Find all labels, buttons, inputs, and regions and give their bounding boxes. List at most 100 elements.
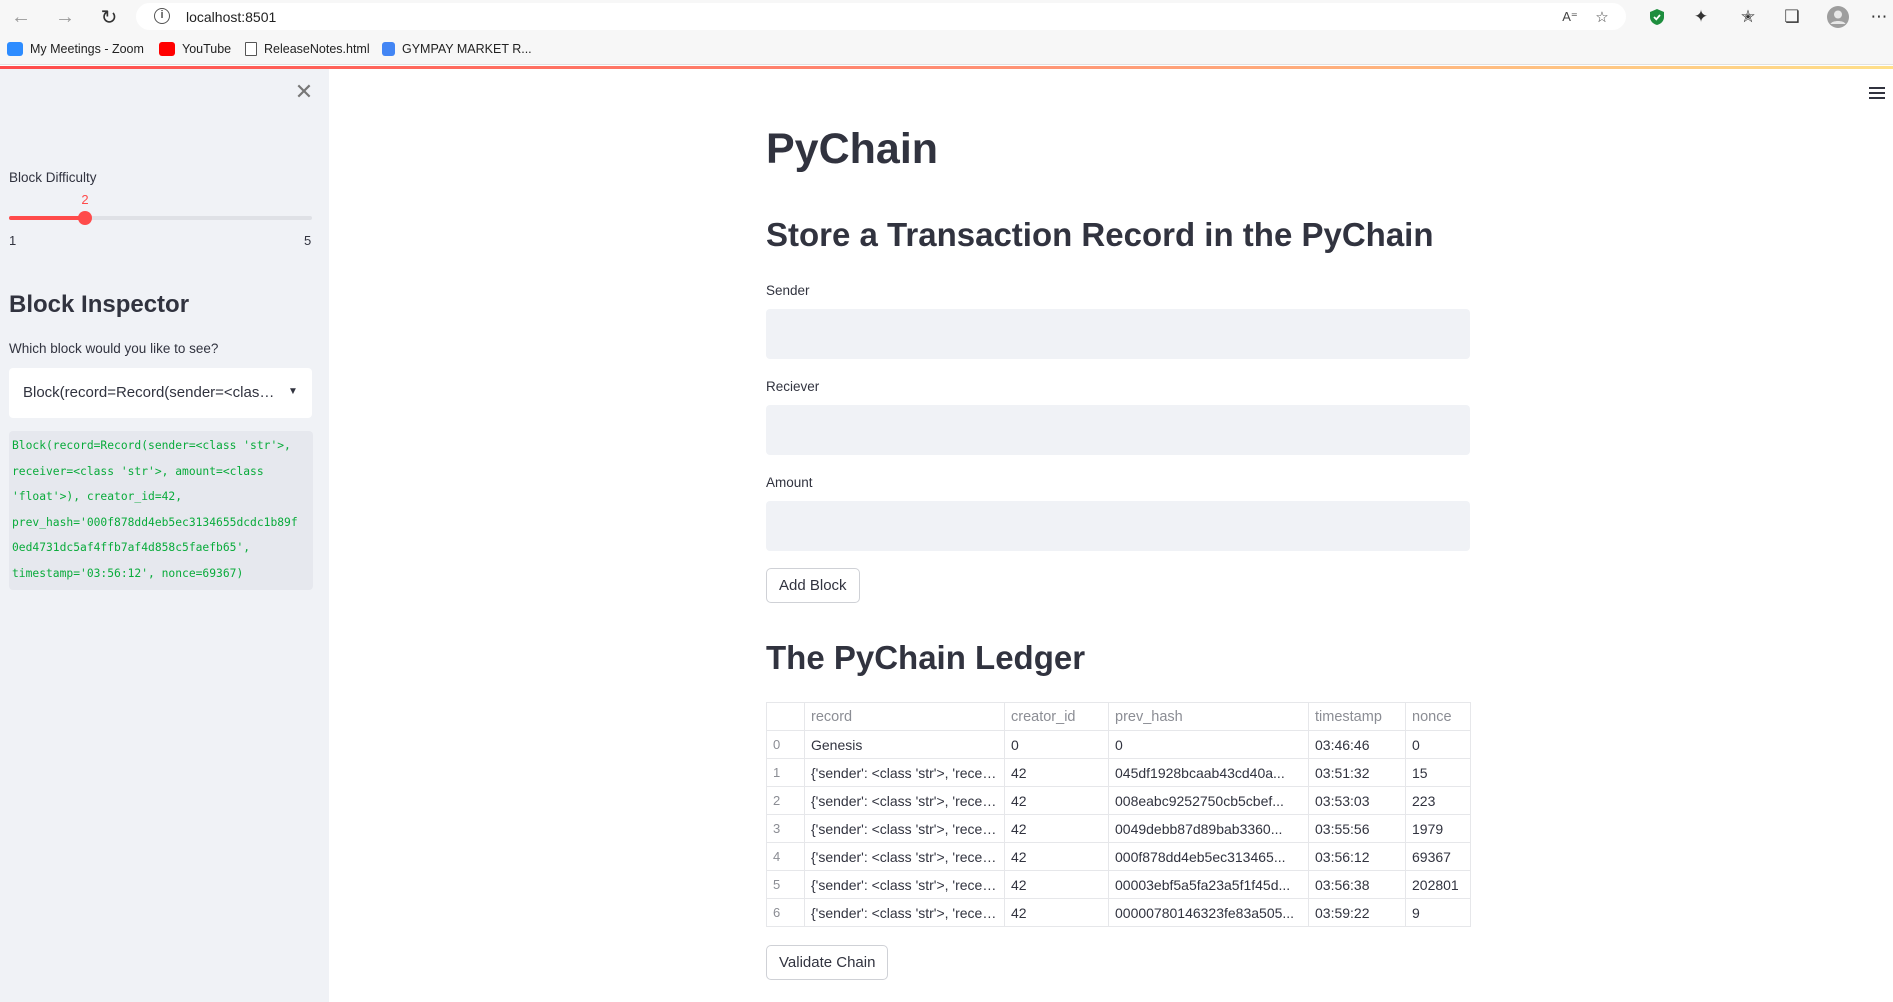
cell-prev-hash[interactable]: 000f878dd4eb5ec313465... bbox=[1108, 842, 1309, 871]
cell-prev-hash[interactable]: 0 bbox=[1108, 730, 1309, 759]
table-row: 3 {'sender': <class 'str'>, 'receiver': … bbox=[766, 814, 1471, 843]
page-title: PyChain bbox=[766, 125, 939, 173]
cell-record[interactable]: {'sender': <class 'str'>, 'receiver': <c… bbox=[804, 870, 1005, 899]
cell-prev-hash[interactable]: 0049debb87d89bab3360... bbox=[1108, 814, 1309, 843]
row-index: 0 bbox=[766, 730, 805, 759]
cell-record[interactable]: {'sender': <class 'str'>, 'receiver': <c… bbox=[804, 786, 1005, 815]
bookmark-label: GYMPAY MARKET R... bbox=[402, 42, 532, 56]
cell-nonce[interactable]: 1979 bbox=[1405, 814, 1471, 843]
column-header-creator-id[interactable]: creator_id bbox=[1004, 702, 1109, 731]
cell-creator-id[interactable]: 42 bbox=[1004, 758, 1109, 787]
cell-timestamp[interactable]: 03:51:32 bbox=[1308, 758, 1406, 787]
read-aloud-icon[interactable]: A⁼ bbox=[1560, 7, 1580, 27]
cell-prev-hash[interactable]: 008eabc9252750cb5cbef... bbox=[1108, 786, 1309, 815]
receiver-label: Reciever bbox=[766, 379, 820, 394]
favorites-icon[interactable]: ✭ bbox=[1736, 5, 1760, 29]
sidebar: ✕ Block Difficulty 2 1 5 Block Inspector… bbox=[0, 69, 329, 1002]
back-icon[interactable]: ← bbox=[8, 4, 34, 30]
code-line: 0ed4731dc5af4ffb7af4d858c5faefb65', bbox=[12, 541, 251, 554]
slider-thumb[interactable] bbox=[78, 211, 92, 225]
shield-extension-icon[interactable] bbox=[1645, 5, 1669, 29]
row-index: 4 bbox=[766, 842, 805, 871]
code-line: receiver=<class 'str'>, amount=<class bbox=[12, 464, 264, 478]
cell-creator-id[interactable]: 42 bbox=[1004, 870, 1109, 899]
favorite-add-icon[interactable]: ☆ bbox=[1592, 7, 1612, 27]
bookmark-releasenotes[interactable]: ReleaseNotes.html bbox=[245, 40, 370, 58]
cell-creator-id[interactable]: 42 bbox=[1004, 814, 1109, 843]
block-select-value: Block(record=Record(sender=<class 'str'>… bbox=[23, 384, 278, 401]
forward-icon[interactable]: → bbox=[52, 4, 78, 30]
store-transaction-heading: Store a Transaction Record in the PyChai… bbox=[766, 216, 1434, 253]
table-row: 2 {'sender': <class 'str'>, 'receiver': … bbox=[766, 786, 1471, 815]
code-line: prev_hash='000f878dd4eb5ec3134655dcdc1b8… bbox=[12, 515, 298, 529]
extensions-icon[interactable]: ✦ bbox=[1689, 5, 1713, 29]
validate-chain-button[interactable]: Validate Chain bbox=[766, 945, 889, 980]
bookmark-gympay[interactable]: GYMPAY MARKET R... bbox=[382, 40, 532, 58]
cell-timestamp[interactable]: 03:46:46 bbox=[1308, 730, 1406, 759]
close-icon[interactable]: ✕ bbox=[293, 81, 315, 103]
cell-nonce[interactable]: 9 bbox=[1405, 898, 1471, 927]
block-inspector-heading: Block Inspector bbox=[9, 291, 190, 318]
site-info-icon[interactable]: i bbox=[154, 8, 170, 24]
main-content: PyChain Store a Transaction Record in th… bbox=[329, 69, 1893, 1002]
hamburger-menu-icon[interactable] bbox=[1869, 87, 1887, 101]
more-menu-icon[interactable]: ⋯ bbox=[1867, 5, 1891, 29]
cell-creator-id[interactable]: 42 bbox=[1004, 898, 1109, 927]
table-row: 5 {'sender': <class 'str'>, 'receiver': … bbox=[766, 870, 1471, 899]
cell-nonce[interactable]: 15 bbox=[1405, 758, 1471, 787]
cell-record[interactable]: Genesis bbox=[804, 730, 1005, 759]
slider-label: Block Difficulty bbox=[9, 170, 97, 185]
block-select-label: Which block would you like to see? bbox=[9, 341, 219, 356]
youtube-icon bbox=[159, 42, 175, 56]
cell-prev-hash[interactable]: 00003ebf5a5fa23a5f1f45d... bbox=[1108, 870, 1309, 899]
bookmarks-bar: My Meetings - Zoom YouTube ReleaseNotes.… bbox=[0, 33, 1893, 65]
add-block-button[interactable]: Add Block bbox=[766, 568, 860, 603]
code-line: 'float'>), creator_id=42, bbox=[12, 490, 183, 503]
cell-record[interactable]: {'sender': <class 'str'>, 'receiver': <c… bbox=[804, 758, 1005, 787]
bookmark-zoom[interactable]: My Meetings - Zoom bbox=[7, 40, 144, 58]
row-index: 3 bbox=[766, 814, 805, 843]
amount-input[interactable] bbox=[766, 501, 1470, 551]
docs-icon bbox=[382, 42, 395, 56]
block-difficulty-slider[interactable] bbox=[9, 211, 312, 225]
receiver-input[interactable] bbox=[766, 405, 1470, 455]
column-header-record[interactable]: record bbox=[804, 702, 1005, 731]
bookmark-label: ReleaseNotes.html bbox=[264, 42, 370, 56]
cell-nonce[interactable]: 69367 bbox=[1405, 842, 1471, 871]
ledger-heading: The PyChain Ledger bbox=[766, 639, 1086, 676]
ledger-table[interactable]: record creator_id prev_hash timestamp no… bbox=[766, 702, 1471, 927]
slider-min-label: 1 bbox=[9, 233, 17, 248]
cell-creator-id[interactable]: 42 bbox=[1004, 842, 1109, 871]
cell-timestamp[interactable]: 03:53:03 bbox=[1308, 786, 1406, 815]
cell-timestamp[interactable]: 03:59:22 bbox=[1308, 898, 1406, 927]
cell-nonce[interactable]: 0 bbox=[1405, 730, 1471, 759]
file-icon bbox=[245, 42, 257, 56]
sender-input[interactable] bbox=[766, 309, 1470, 359]
row-index: 2 bbox=[766, 786, 805, 815]
slider-fill bbox=[9, 216, 85, 220]
browser-toolbar: ← → ↻ i localhost:8501 A⁼ ☆ ✦ ✭ ❏ ⋯ bbox=[0, 0, 1893, 33]
reload-icon[interactable]: ↻ bbox=[96, 4, 122, 30]
chevron-down-icon: ▼ bbox=[288, 386, 298, 397]
column-header-prev-hash[interactable]: prev_hash bbox=[1108, 702, 1309, 731]
block-select[interactable]: Block(record=Record(sender=<class 'str'>… bbox=[9, 368, 312, 418]
code-line: Block(record=Record(sender=<class 'str'>… bbox=[12, 439, 291, 452]
cell-timestamp[interactable]: 03:55:56 bbox=[1308, 814, 1406, 843]
collections-icon[interactable]: ❏ bbox=[1780, 5, 1804, 29]
cell-timestamp[interactable]: 03:56:12 bbox=[1308, 842, 1406, 871]
address-bar[interactable]: i localhost:8501 A⁼ ☆ bbox=[136, 3, 1626, 30]
cell-prev-hash[interactable]: 045df1928bcaab43cd40a... bbox=[1108, 758, 1309, 787]
cell-creator-id[interactable]: 42 bbox=[1004, 786, 1109, 815]
cell-timestamp[interactable]: 03:56:38 bbox=[1308, 870, 1406, 899]
column-header-nonce[interactable]: nonce bbox=[1405, 702, 1471, 731]
cell-nonce[interactable]: 202801 bbox=[1405, 870, 1471, 899]
cell-creator-id[interactable]: 0 bbox=[1004, 730, 1109, 759]
bookmark-youtube[interactable]: YouTube bbox=[159, 40, 231, 58]
cell-nonce[interactable]: 223 bbox=[1405, 786, 1471, 815]
profile-avatar-icon[interactable] bbox=[1826, 5, 1850, 29]
cell-record[interactable]: {'sender': <class 'str'>, 'receiver': <c… bbox=[804, 898, 1005, 927]
cell-record[interactable]: {'sender': <class 'str'>, 'receiver': <c… bbox=[804, 814, 1005, 843]
cell-prev-hash[interactable]: 00000780146323fe83a505... bbox=[1108, 898, 1309, 927]
column-header-timestamp[interactable]: timestamp bbox=[1308, 702, 1406, 731]
cell-record[interactable]: {'sender': <class 'str'>, 'receiver': <c… bbox=[804, 842, 1005, 871]
